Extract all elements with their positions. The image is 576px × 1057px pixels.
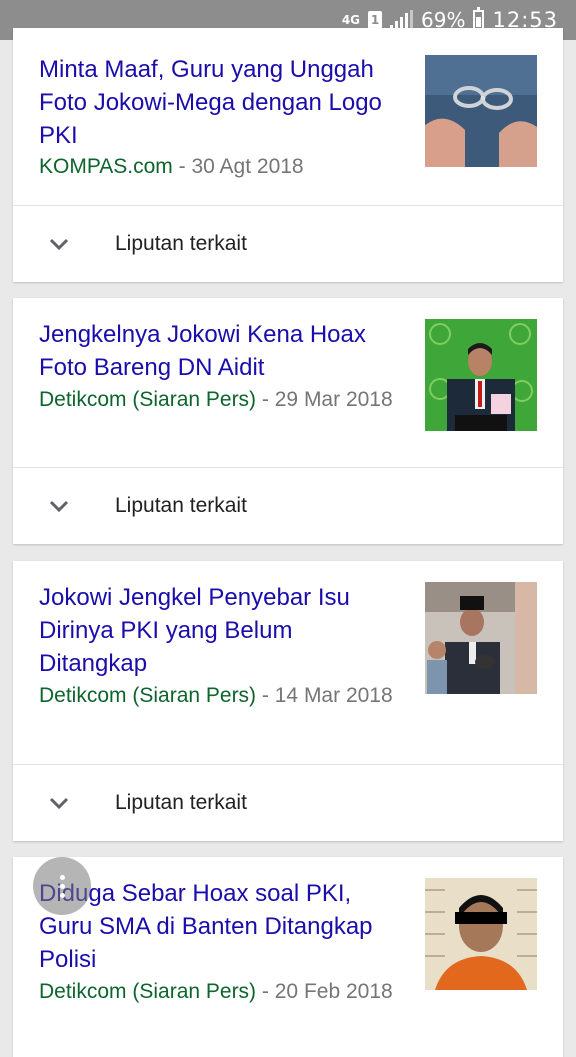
dot-icon [59,883,65,889]
chevron-down-icon [49,238,69,251]
battery-icon [473,7,485,30]
speaker-green-backdrop-photo[interactable] [425,319,537,431]
article-date: 30 Agt 2018 [191,155,304,178]
article-headline[interactable]: Minta Maaf, Guru yang Unggah Foto Jokowi… [39,53,395,152]
chevron-down-icon [49,500,69,513]
article-source: Detikcom (Siaran Pers) [39,980,257,1003]
article-source: Detikcom (Siaran Pers) [39,388,257,411]
more-options-button[interactable] [33,857,91,915]
related-coverage-toggle[interactable]: Liputan terkait [13,468,563,544]
chevron-down-icon [49,797,69,810]
article-date: 29 Mar 2018 [274,388,393,411]
news-card: Jengkelnya Jokowi Kena Hoax Foto Bareng … [13,298,563,544]
network-type: 4G [341,13,361,27]
news-card: Diduga Sebar Hoax soal PKI, Guru SMA di … [13,857,563,1057]
article-headline[interactable]: Jengkelnya Jokowi Kena Hoax Foto Bareng … [39,318,395,384]
related-label: Liputan terkait [115,494,247,517]
article-meta: Detikcom (Siaran Pers) - 14 Mar 2018 [39,684,393,707]
signal-icon [390,10,414,30]
related-label: Liputan terkait [115,791,247,814]
handcuffs-photo[interactable] [425,55,537,167]
article-meta: KOMPAS.com - 30 Agt 2018 [39,155,304,178]
news-card: Minta Maaf, Guru yang Unggah Foto Jokowi… [13,28,563,282]
mugshot-photo[interactable] [425,878,537,990]
related-coverage-toggle[interactable]: Liputan terkait [13,206,563,282]
dot-icon [59,892,65,898]
sim-icon: 1 [368,11,383,29]
related-label: Liputan terkait [115,232,247,255]
press-interview-photo[interactable] [425,582,537,694]
news-card: Jokowi Jengkel Penyebar Isu Dirinya PKI … [13,561,563,841]
article-date: 20 Feb 2018 [274,980,393,1003]
article-headline[interactable]: Jokowi Jengkel Penyebar Isu Dirinya PKI … [39,581,395,680]
article-meta: Detikcom (Siaran Pers) - 29 Mar 2018 [39,388,393,411]
article-source: Detikcom (Siaran Pers) [39,684,257,707]
article-meta: Detikcom (Siaran Pers) - 20 Feb 2018 [39,980,393,1003]
related-coverage-toggle[interactable]: Liputan terkait [13,765,563,841]
article-date: 14 Mar 2018 [274,684,393,707]
dot-icon [59,874,65,880]
article-headline[interactable]: Diduga Sebar Hoax soal PKI, Guru SMA di … [39,877,395,976]
article-source: KOMPAS.com [39,155,173,178]
